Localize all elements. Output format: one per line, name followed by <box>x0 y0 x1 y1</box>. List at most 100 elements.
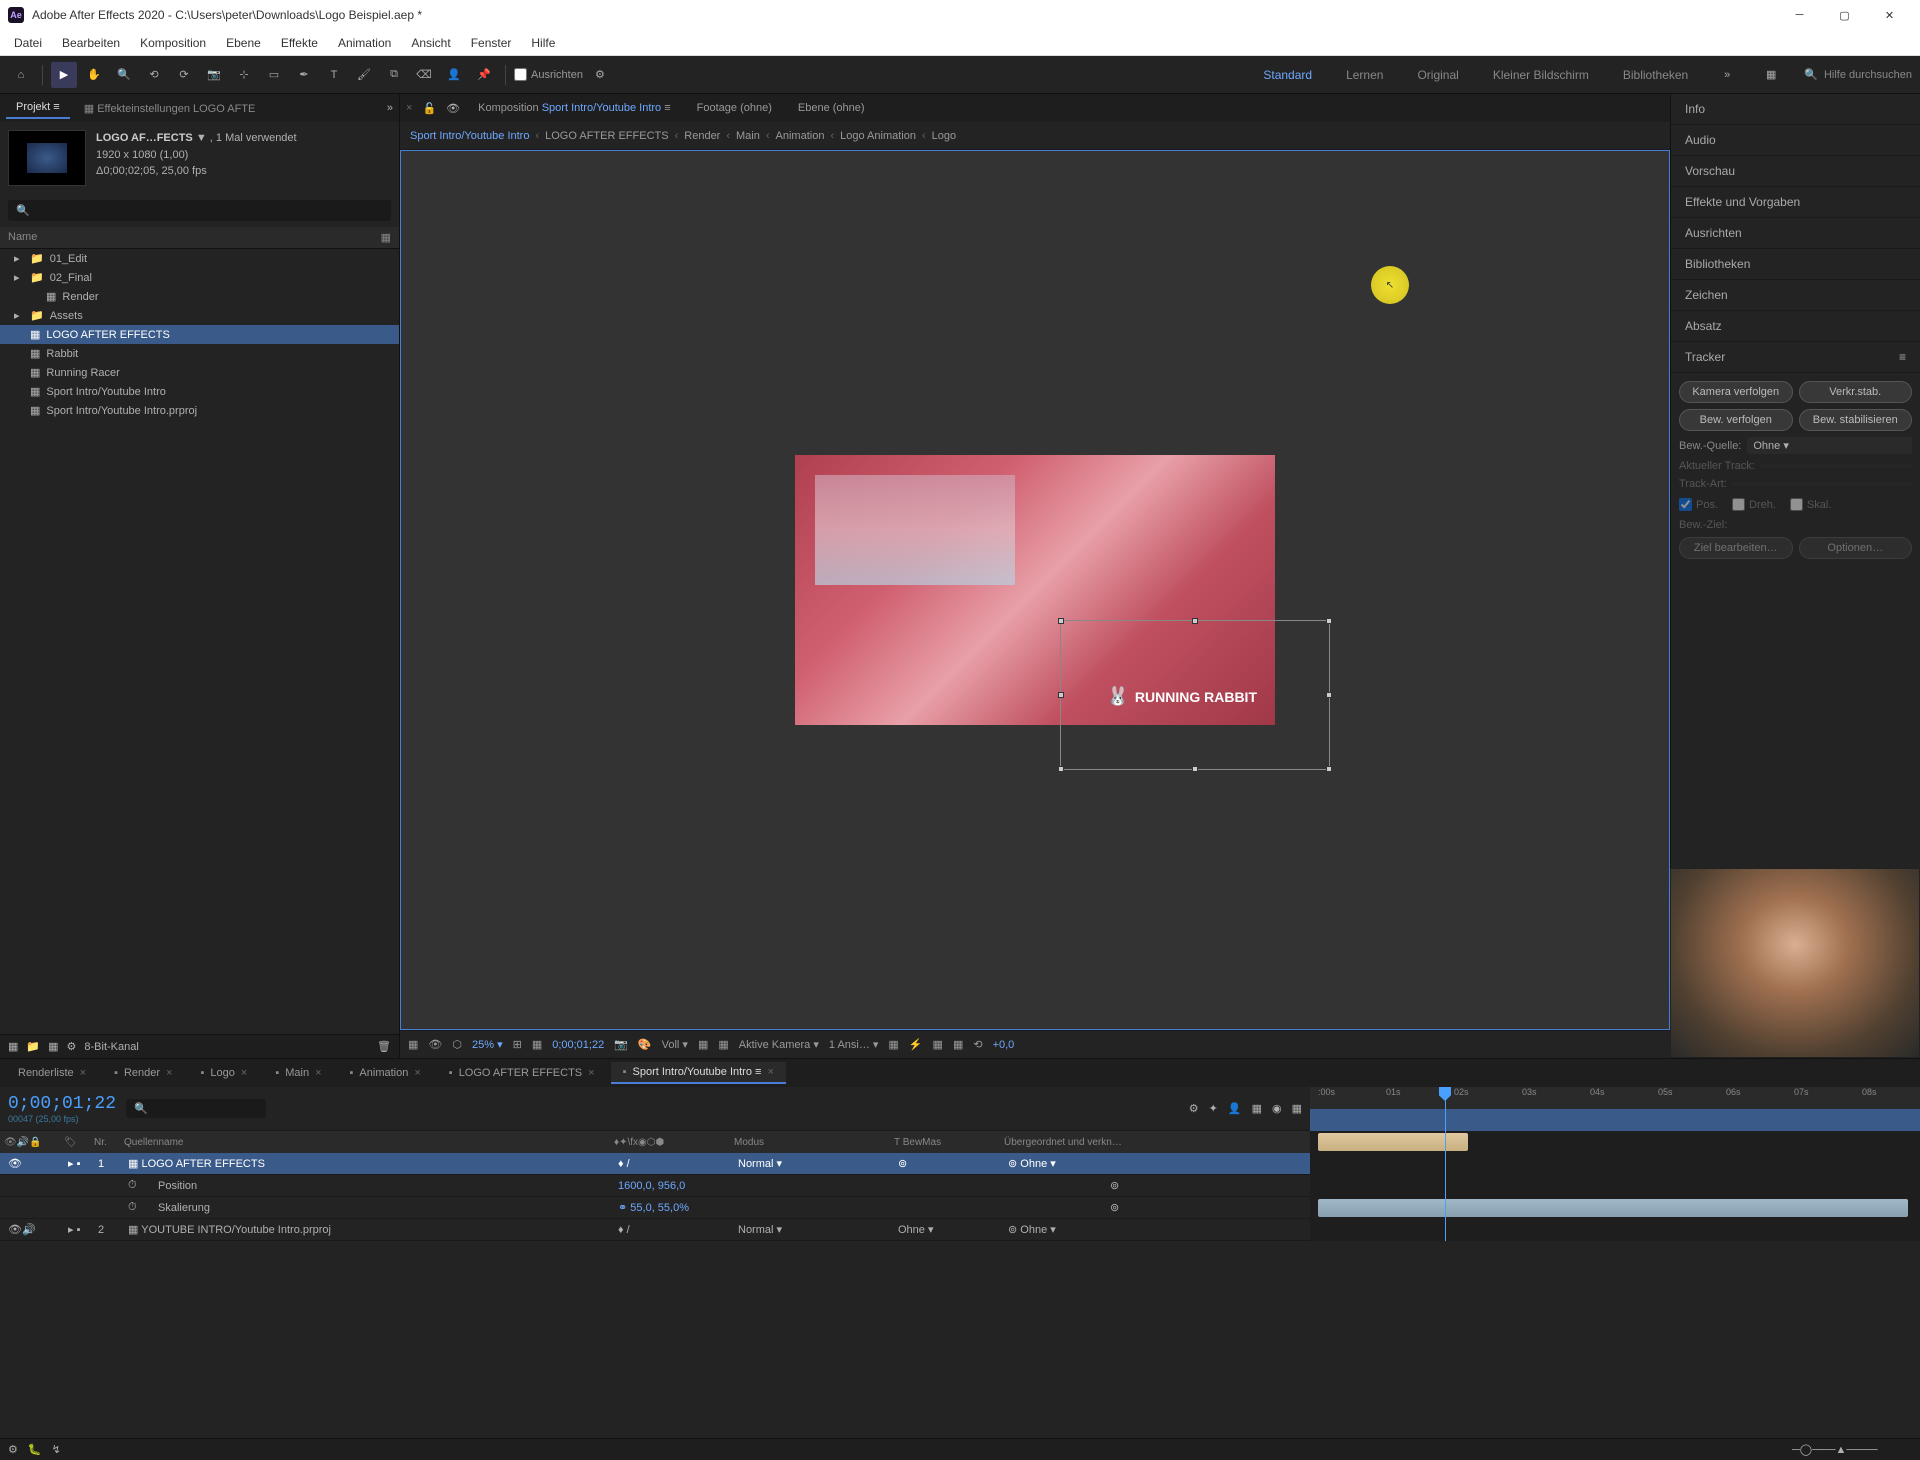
mask-icon[interactable]: ⬡ <box>452 1038 462 1051</box>
snapshot-icon[interactable]: 📷 <box>614 1038 628 1051</box>
tab-komposition[interactable]: Komposition Sport Intro/Youtube Intro ≡ <box>470 98 679 118</box>
close-button[interactable]: ✕ <box>1867 0 1912 30</box>
views-dropdown[interactable]: 1 Ansi… ▾ <box>829 1038 879 1051</box>
fast-preview-icon[interactable]: ⚡ <box>909 1038 923 1051</box>
eraser-tool-icon[interactable]: ⌫ <box>411 62 437 88</box>
minimize-button[interactable]: ─ <box>1777 0 1822 30</box>
panel-more-icon[interactable]: » <box>387 102 393 114</box>
roto-tool-icon[interactable]: 👤 <box>441 62 467 88</box>
project-thumbnail[interactable] <box>8 130 86 186</box>
timeline-property-row[interactable]: ⏱ Position 1600,0, 956,0 ⊚ <box>0 1175 1310 1197</box>
project-item[interactable]: ▸📁Assets <box>0 306 399 325</box>
layer-mode-dropdown[interactable]: Normal <box>738 1158 773 1170</box>
timeline-property-row[interactable]: ⏱ Skalierung ⚭ 55,0, 55,0% ⊚ <box>0 1197 1310 1219</box>
reset-exposure-icon[interactable]: ⟲ <box>973 1038 982 1051</box>
menu-effekte[interactable]: Effekte <box>271 32 328 54</box>
motion-source-dropdown[interactable]: Ohne ▾ <box>1747 437 1912 454</box>
rect-tool-icon[interactable]: ▭ <box>261 62 287 88</box>
comp-close-icon[interactable]: × <box>406 102 412 114</box>
menu-ansicht[interactable]: Ansicht <box>401 32 460 54</box>
3d-icon[interactable]: ▦ <box>888 1038 898 1051</box>
new-folder-icon[interactable]: 📁 <box>26 1040 40 1053</box>
col-parent[interactable]: Übergeordnet und verkn… <box>1004 1137 1122 1148</box>
flowchart-icon[interactable]: ▦ <box>953 1038 963 1051</box>
panel-absatz[interactable]: Absatz <box>1671 311 1920 342</box>
zoom-slider[interactable]: ─◯───▲──── <box>1792 1443 1912 1456</box>
timeline-layer-row[interactable]: 👁🔊 ▸ ▪ 2 ▦ YOUTUBE INTRO/Youtube Intro.p… <box>0 1219 1310 1241</box>
hand-tool-icon[interactable]: ✋ <box>81 62 107 88</box>
workspace-bibliotheken[interactable]: Bibliotheken <box>1615 64 1696 86</box>
timeline-layer-row[interactable]: 👁 ▸ ▪ 1 ▦ LOGO AFTER EFFECTS ♦ / Normal … <box>0 1153 1310 1175</box>
menu-komposition[interactable]: Komposition <box>130 32 216 54</box>
col-modus[interactable]: Modus <box>734 1137 894 1148</box>
timeline-tab[interactable]: ▪ Main × <box>263 1063 333 1083</box>
menu-ebene[interactable]: Ebene <box>216 32 271 54</box>
current-time[interactable]: 0;00;01;22 <box>552 1039 604 1051</box>
project-item[interactable]: ▸📁01_Edit <box>0 249 399 268</box>
brush-tool-icon[interactable]: 🖌 <box>351 62 377 88</box>
timeline-tab[interactable]: ▪ LOGO AFTER EFFECTS × <box>437 1063 607 1083</box>
status-icon-2[interactable]: 🐛 <box>28 1443 42 1456</box>
guides-icon[interactable]: ▦ <box>532 1038 542 1051</box>
channel-icon[interactable]: 👁 <box>428 1038 442 1051</box>
interpret-footage-icon[interactable]: ▦ <box>8 1040 18 1053</box>
transparency-icon[interactable]: ▦ <box>718 1038 728 1051</box>
tab-ebene[interactable]: Ebene (ohne) <box>790 98 873 118</box>
menu-fenster[interactable]: Fenster <box>461 32 522 54</box>
layer-parent-dropdown[interactable]: Ohne <box>1020 1224 1047 1236</box>
grid-icon[interactable]: ⊞ <box>513 1038 522 1051</box>
comp-flowchart-icon[interactable]: ⚙ <box>1189 1102 1199 1115</box>
workspace-lernen[interactable]: Lernen <box>1338 64 1391 86</box>
frame-blend-icon[interactable]: ▦ <box>1252 1102 1262 1115</box>
timeline-tab[interactable]: ▪ Logo × <box>189 1063 260 1083</box>
timeline-tab[interactable]: Renderliste × <box>6 1063 98 1083</box>
alpha-icon[interactable]: ▦ <box>408 1038 418 1051</box>
breadcrumb-item[interactable]: Logo <box>932 130 956 142</box>
layer-parent-dropdown[interactable]: Ohne <box>1020 1158 1047 1170</box>
snap-checkbox[interactable] <box>514 68 527 81</box>
panel-zeichen[interactable]: Zeichen <box>1671 280 1920 311</box>
col-name[interactable]: Name <box>8 231 37 243</box>
help-search-input[interactable]: Hilfe durchsuchen <box>1824 69 1912 81</box>
panel-vorschau[interactable]: Vorschau <box>1671 156 1920 187</box>
motion-blur-icon[interactable]: ◉ <box>1272 1102 1282 1115</box>
status-icon[interactable]: ⚙ <box>8 1443 18 1456</box>
panel-effekte-vorgaben[interactable]: Effekte und Vorgaben <box>1671 187 1920 218</box>
exposure-value[interactable]: +0,0 <box>993 1039 1015 1051</box>
panel-ausrichten[interactable]: Ausrichten <box>1671 218 1920 249</box>
layer-mode-dropdown[interactable]: Normal <box>738 1224 773 1236</box>
composition-viewer[interactable]: 🐰 RUNNING RABBIT ↖ <box>400 150 1670 1030</box>
tab-footage[interactable]: Footage (ohne) <box>689 98 780 118</box>
home-icon[interactable]: ⌂ <box>8 62 34 88</box>
project-item[interactable]: ▸📁02_Final <box>0 268 399 287</box>
panel-bibliotheken[interactable]: Bibliotheken <box>1671 249 1920 280</box>
hide-shy-icon[interactable]: 👤 <box>1228 1102 1242 1115</box>
prop-value[interactable]: 55,0, 55,0% <box>630 1202 689 1214</box>
panel-info[interactable]: Info <box>1671 94 1920 125</box>
layer-trkmat-dropdown[interactable]: Ohne <box>898 1224 925 1236</box>
workspace-panel-icon[interactable]: ▦ <box>1758 62 1784 88</box>
menu-hilfe[interactable]: Hilfe <box>521 32 565 54</box>
graph-editor-icon[interactable]: ▦ <box>1292 1102 1302 1115</box>
breadcrumb-item[interactable]: Main <box>736 130 760 142</box>
breadcrumb-item[interactable]: Logo Animation <box>840 130 916 142</box>
project-item[interactable]: ▦LOGO AFTER EFFECTS <box>0 325 399 344</box>
breadcrumb-item[interactable]: Sport Intro/Youtube Intro <box>410 130 529 142</box>
selection-tool-icon[interactable]: ▶ <box>51 62 77 88</box>
workspace-standard[interactable]: Standard <box>1255 64 1320 86</box>
project-item[interactable]: ▦Sport Intro/Youtube Intro.prproj <box>0 401 399 420</box>
tab-effect-controls[interactable]: ▦ Effekteinstellungen LOGO AFTE <box>74 98 266 119</box>
zoom-dropdown[interactable]: 25% ▾ <box>472 1038 503 1051</box>
comp-lock-icon[interactable]: 🔓 <box>422 102 436 115</box>
pen-tool-icon[interactable]: ✒ <box>291 62 317 88</box>
menu-datei[interactable]: Datei <box>4 32 52 54</box>
snap-options-icon[interactable]: ⚙ <box>587 62 613 88</box>
panel-tracker[interactable]: Tracker≡ <box>1671 342 1920 373</box>
timeline-icon[interactable]: ▦ <box>933 1038 943 1051</box>
trash-icon[interactable]: 🗑 <box>377 1040 391 1053</box>
anchor-tool-icon[interactable]: ⊹ <box>231 62 257 88</box>
project-item[interactable]: ▦Render <box>0 287 399 306</box>
panel-audio[interactable]: Audio <box>1671 125 1920 156</box>
workspace-original[interactable]: Original <box>1409 64 1466 86</box>
comp-eye-icon[interactable]: 👁 <box>446 102 460 115</box>
